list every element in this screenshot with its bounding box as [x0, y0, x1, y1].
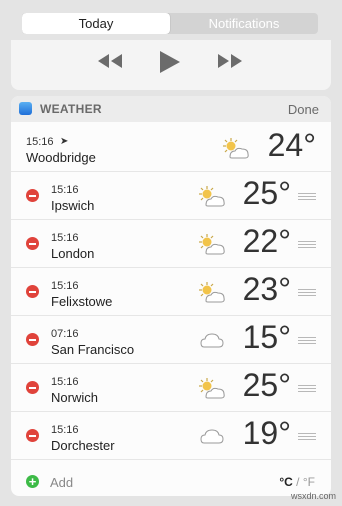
remove-location-button[interactable] — [26, 429, 39, 442]
tab-notifications[interactable]: Notifications — [170, 13, 318, 34]
temperature: 22° — [242, 223, 291, 259]
rewind-icon[interactable] — [97, 52, 123, 75]
local-time: 15:16 — [51, 376, 79, 388]
list-item[interactable]: 15:16 Norwich 25° — [11, 364, 331, 412]
local-time: 07:16 — [51, 328, 79, 340]
reorder-handle-icon[interactable] — [298, 241, 316, 248]
celsius-option[interactable]: °C — [279, 475, 292, 489]
list-item[interactable]: 15:16 London 22° — [11, 220, 331, 268]
divider — [11, 459, 331, 460]
remove-location-button[interactable] — [26, 333, 39, 346]
media-controls — [11, 40, 331, 90]
fast-forward-icon[interactable] — [217, 52, 243, 75]
local-time: 15:16 — [51, 184, 79, 196]
view-switcher: Today Notifications — [22, 13, 318, 34]
temperature: 24° — [267, 127, 316, 163]
list-item[interactable]: 15:16 Felixstowe 23° — [11, 268, 331, 316]
reorder-handle-icon[interactable] — [298, 433, 316, 440]
list-item[interactable]: 15:16 Ipswich 25° — [11, 172, 331, 220]
unit-toggle: °C / °F — [279, 475, 315, 489]
temperature: 25° — [242, 367, 291, 403]
temperature: 15° — [242, 319, 291, 355]
reorder-handle-icon[interactable] — [298, 193, 316, 200]
temperature: 25° — [242, 175, 291, 211]
fahrenheit-option[interactable]: °F — [303, 475, 315, 489]
city-name: London — [51, 246, 95, 261]
add-location-row[interactable]: + Add °C / °F — [11, 468, 331, 496]
list-item[interactable]: 15:16 ➤ Woodbridge 24° — [11, 124, 331, 172]
list-item[interactable]: 15:16 Dorchester 19° — [11, 412, 331, 460]
play-icon[interactable] — [159, 50, 181, 79]
weather-header: WEATHER Done — [11, 96, 331, 122]
widget-title: WEATHER — [40, 102, 102, 116]
remove-location-button[interactable] — [26, 381, 39, 394]
watermark: wsxdn.com — [290, 491, 336, 501]
remove-location-button[interactable] — [26, 285, 39, 298]
add-icon[interactable]: + — [26, 475, 39, 488]
city-name: San Francisco — [51, 342, 135, 357]
city-name: Dorchester — [51, 438, 115, 453]
temperature: 23° — [242, 271, 291, 307]
unit-separator: / — [296, 475, 300, 489]
remove-location-button[interactable] — [26, 237, 39, 250]
local-time: 15:16 — [51, 280, 79, 292]
local-time: 15:16 — [51, 232, 79, 244]
city-name: Ipswich — [51, 198, 95, 213]
done-button[interactable]: Done — [288, 102, 319, 117]
reorder-handle-icon[interactable] — [298, 385, 316, 392]
remove-location-button[interactable] — [26, 189, 39, 202]
local-time: 15:16 — [26, 136, 54, 148]
local-time: 15:16 — [51, 424, 79, 436]
list-item[interactable]: 07:16 San Francisco 15° — [11, 316, 331, 364]
reorder-handle-icon[interactable] — [298, 289, 316, 296]
city-name: Felixstowe — [51, 294, 113, 309]
reorder-handle-icon[interactable] — [298, 337, 316, 344]
city-name: Norwich — [51, 390, 98, 405]
city-name: Woodbridge — [26, 150, 96, 165]
weather-app-icon — [19, 102, 32, 115]
add-location-button[interactable]: Add — [50, 475, 73, 490]
weather-widget: WEATHER Done 15:16 ➤ Woodbridge 24° 15:1… — [11, 96, 331, 496]
location-arrow-icon: ➤ — [60, 136, 69, 147]
tab-today[interactable]: Today — [22, 13, 170, 34]
temperature: 19° — [242, 415, 291, 451]
